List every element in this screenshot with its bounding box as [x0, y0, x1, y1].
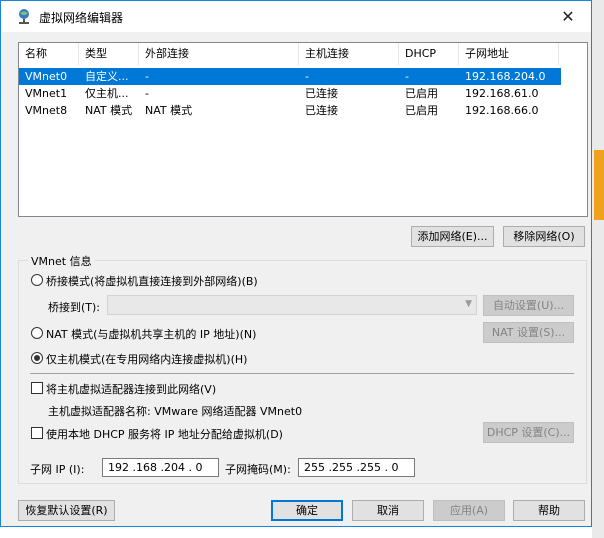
bridge-to-select[interactable]: ▼ — [107, 295, 477, 315]
column-header-name[interactable]: 名称 — [19, 43, 79, 65]
vmnet-info-group — [18, 260, 587, 484]
restore-defaults-button[interactable]: 恢复默认设置(R) — [18, 500, 115, 521]
column-header-subnet[interactable]: 子网地址 — [459, 43, 559, 65]
use-dhcp-label[interactable]: 使用本地 DHCP 服务将 IP 地址分配给虚拟机(D) — [46, 426, 283, 442]
host-only-mode-label[interactable]: 仅主机模式(在专用网络内连接虚拟机)(H) — [46, 351, 247, 367]
network-globe-icon — [19, 9, 29, 24]
connect-adapter-label[interactable]: 将主机虚拟适配器连接到此网络(V) — [46, 381, 216, 397]
apply-button[interactable]: 应用(A) — [433, 500, 505, 521]
auto-settings-button[interactable]: 自动设置(U)... — [483, 295, 574, 316]
table-cell: 仅主机... — [85, 87, 129, 100]
table-cell: NAT 模式 — [145, 104, 193, 117]
table-cell: - — [305, 70, 309, 83]
subnet-ip-input[interactable]: 192 .168 .204 . 0 — [102, 458, 219, 477]
table-cell: VMnet0 — [25, 70, 68, 83]
help-button[interactable]: 帮助 — [513, 500, 585, 521]
network-list[interactable]: 名称 类型 外部连接 主机连接 DHCP 子网地址 VMnet0 自定义... … — [18, 42, 588, 217]
subnet-ip-label: 子网 IP (I): — [30, 463, 85, 476]
bridge-mode-radio[interactable] — [31, 274, 43, 286]
subnet-mask-label: 子网掩码(M): — [225, 463, 291, 476]
table-cell: 已启用 — [405, 87, 438, 100]
use-dhcp-checkbox[interactable] — [31, 427, 43, 439]
desktop-background-shape — [594, 150, 604, 220]
virtual-network-editor-window: 虚拟网络编辑器 ✕ 名称 类型 外部连接 主机连接 DHCP 子网地址 VMne… — [0, 0, 592, 527]
connect-adapter-checkbox[interactable] — [31, 382, 43, 394]
table-cell: 192.168.204.0 — [465, 70, 546, 83]
column-header-external[interactable]: 外部连接 — [139, 43, 299, 65]
table-cell: NAT 模式 — [85, 104, 133, 117]
table-cell: 已启用 — [405, 104, 438, 117]
nat-settings-button[interactable]: NAT 设置(S)... — [483, 322, 574, 343]
table-cell: - — [405, 70, 409, 83]
subnet-mask-input[interactable]: 255 .255 .255 . 0 — [298, 458, 415, 477]
title-bar[interactable]: 虚拟网络编辑器 ✕ — [1, 1, 591, 32]
table-row[interactable]: VMnet1 仅主机... - 已连接 已启用 192.168.61.0 — [19, 85, 561, 102]
table-cell: VMnet1 — [25, 87, 68, 100]
table-row[interactable]: VMnet8 NAT 模式 NAT 模式 已连接 已启用 192.168.66.… — [19, 102, 561, 119]
nat-mode-radio[interactable] — [31, 327, 43, 339]
column-header-host[interactable]: 主机连接 — [299, 43, 399, 65]
list-header: 名称 类型 外部连接 主机连接 DHCP 子网地址 — [19, 43, 587, 65]
table-cell: 192.168.66.0 — [465, 104, 539, 117]
table-cell: 自定义... — [85, 70, 129, 83]
desktop-background — [592, 0, 604, 538]
cancel-button[interactable]: 取消 — [352, 500, 424, 521]
close-icon: ✕ — [561, 6, 575, 26]
column-header-dhcp[interactable]: DHCP — [399, 43, 459, 65]
table-cell: - — [145, 70, 149, 83]
column-header-type[interactable]: 类型 — [79, 43, 139, 65]
bridge-mode-label[interactable]: 桥接模式(将虚拟机直接连接到外部网络)(B) — [46, 273, 258, 289]
ok-button[interactable]: 确定 — [271, 500, 343, 521]
table-cell: 已连接 — [305, 104, 338, 117]
table-cell: 已连接 — [305, 87, 338, 100]
bridge-to-label: 桥接到(T): — [48, 301, 101, 314]
vmnet-info-label: VMnet 信息 — [28, 253, 95, 269]
adapter-name-text: 主机虚拟适配器名称: VMware 网络适配器 VMnet0 — [48, 405, 303, 418]
chevron-down-icon: ▼ — [465, 299, 472, 309]
divider — [30, 373, 574, 374]
dhcp-settings-button[interactable]: DHCP 设置(C)... — [483, 422, 574, 443]
table-cell: VMnet8 — [25, 104, 68, 117]
table-cell: - — [145, 87, 149, 100]
window-title: 虚拟网络编辑器 — [39, 11, 124, 25]
add-network-button[interactable]: 添加网络(E)... — [411, 226, 494, 247]
remove-network-button[interactable]: 移除网络(O) — [503, 226, 585, 247]
table-row[interactable]: VMnet0 自定义... - - - 192.168.204.0 — [19, 68, 561, 85]
table-cell: 192.168.61.0 — [465, 87, 539, 100]
close-button[interactable]: ✕ — [545, 1, 591, 31]
host-only-mode-radio[interactable] — [31, 352, 43, 364]
nat-mode-label[interactable]: NAT 模式(与虚拟机共享主机的 IP 地址)(N) — [46, 326, 256, 342]
